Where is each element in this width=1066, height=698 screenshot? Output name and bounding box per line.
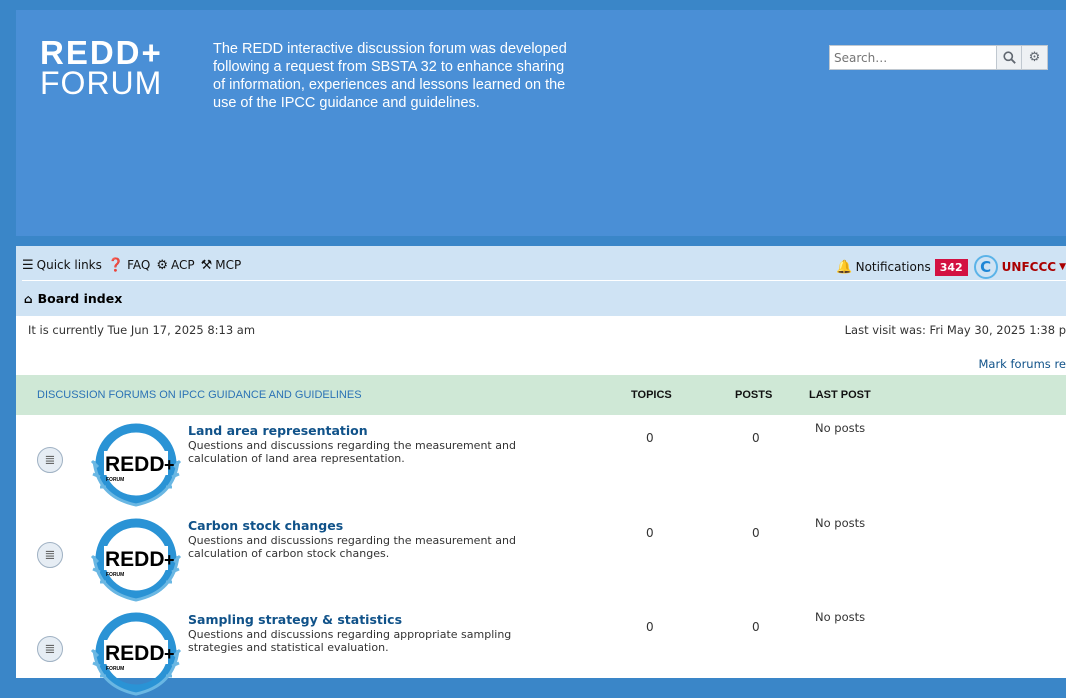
forum-topics-count: 0 — [646, 526, 654, 540]
notifications-count-badge[interactable]: 342 — [934, 258, 968, 276]
col-header-last-post: LAST POST — [809, 389, 871, 401]
forum-posts-count: 0 — [752, 431, 760, 445]
logo-text-redd: REDD — [105, 548, 165, 571]
board-index-link[interactable]: Board index — [38, 291, 123, 306]
forum-title-link[interactable]: Land area representation — [188, 423, 368, 438]
gavel-icon: ⚒ — [200, 257, 213, 273]
logo-text-forum: FORUM — [106, 477, 124, 483]
forum-topics-count: 0 — [646, 431, 654, 445]
user-avatar[interactable]: C — [973, 255, 998, 279]
hamburger-icon: ☰ — [22, 257, 34, 273]
forum-topics-count: 0 — [646, 620, 654, 634]
search-button[interactable] — [996, 45, 1022, 70]
forum-row: ≣ REDD + FORUM Sampling strategy & stati… — [16, 604, 1066, 698]
logo-text-forum: FORUM — [106, 572, 124, 578]
search-box: ⚙ — [829, 45, 1048, 70]
col-header-topics: TOPICS — [631, 389, 672, 401]
breadcrumb: ⌂ Board index — [24, 291, 122, 306]
logo-text-forum: FORUM — [106, 666, 124, 672]
username-menu[interactable]: UNFCCC — [1002, 260, 1056, 274]
forum-last-post: No posts — [815, 516, 866, 530]
chevron-down-icon[interactable]: ▼ — [1059, 262, 1066, 272]
forum-read-icon: ≣ — [37, 447, 63, 473]
faq-label: FAQ — [127, 258, 151, 272]
logo-text-plus: + — [164, 550, 175, 570]
forum-row: ≣ REDD + FORUM Carbon stock changes Ques… — [16, 510, 1066, 604]
quick-links-label: Quick links — [36, 258, 102, 272]
forum-last-post: No posts — [815, 421, 866, 435]
notifications-link[interactable]: Notifications — [856, 260, 931, 274]
forum-table-header: DISCUSSION FORUMS ON IPCC GUIDANCE AND G… — [16, 375, 1066, 415]
search-icon — [1002, 51, 1016, 64]
acp-link[interactable]: ⚙ ACP — [156, 258, 194, 273]
site-logo[interactable]: REDD+ FORUM — [40, 34, 163, 101]
acp-label: ACP — [170, 258, 195, 272]
mark-forums-read-link[interactable]: Mark forums re — [978, 357, 1066, 371]
logo-line-forum: FORUM — [40, 65, 163, 101]
forum-posts-count: 0 — [752, 526, 760, 540]
navbar: ☰ Quick links ❓ FAQ ⚙ ACP ⚒ MCP 🔔 Notifi… — [16, 246, 1066, 316]
forum-title-link[interactable]: Sampling strategy & statistics — [188, 612, 402, 627]
gear-icon: ⚙ — [1028, 50, 1041, 65]
faq-link[interactable]: ❓ FAQ — [108, 258, 150, 273]
forum-description: Questions and discussions regarding appr… — [188, 628, 512, 654]
forum-title-link[interactable]: Carbon stock changes — [188, 518, 343, 533]
mcp-label: MCP — [215, 258, 242, 272]
site-header: REDD+ FORUM The REDD interactive discuss… — [16, 10, 1066, 236]
site-description: The REDD interactive discussion forum wa… — [213, 41, 567, 111]
question-icon: ❓ — [107, 257, 125, 273]
forum-description: Questions and discussions regarding the … — [188, 439, 516, 465]
logo-text-plus: + — [164, 455, 175, 475]
last-visit: Last visit was: Fri May 30, 2025 1:38 p — [844, 323, 1066, 337]
main-panel: ☰ Quick links ❓ FAQ ⚙ ACP ⚒ MCP 🔔 Notifi… — [16, 246, 1066, 696]
current-time: It is currently Tue Jun 17, 2025 8:13 am — [28, 323, 256, 337]
quick-links-menu[interactable]: ☰ Quick links — [22, 258, 102, 273]
home-icon: ⌂ — [24, 291, 33, 306]
mcp-link[interactable]: ⚒ MCP — [201, 258, 242, 273]
forum-read-icon: ≣ — [37, 636, 63, 662]
search-input[interactable] — [829, 45, 996, 70]
logo-line-redd: REDD+ — [40, 34, 163, 71]
forum-last-post: No posts — [815, 610, 866, 624]
logo-text-plus: + — [164, 644, 175, 664]
forum-read-icon: ≣ — [37, 542, 63, 568]
nav-divider — [22, 280, 1066, 281]
forum-description: Questions and discussions regarding the … — [188, 534, 516, 560]
advanced-search-button[interactable]: ⚙ — [1022, 45, 1048, 70]
user-nav: 🔔 Notifications 342 C UNFCCC ▼ — [836, 255, 1066, 279]
bell-icon: 🔔 — [836, 259, 853, 275]
nav-links: ☰ Quick links ❓ FAQ ⚙ ACP ⚒ MCP — [22, 255, 247, 275]
forum-logo-image: REDD + FORUM — [90, 612, 182, 696]
forum-logo-image: REDD + FORUM — [90, 518, 182, 602]
category-title-link[interactable]: DISCUSSION FORUMS ON IPCC GUIDANCE AND G… — [37, 389, 362, 401]
forum-logo-image: REDD + FORUM — [90, 423, 182, 507]
forum-row: ≣ REDD + FORUM Land area representation … — [16, 415, 1066, 509]
forum-posts-count: 0 — [752, 620, 760, 634]
logo-text-redd: REDD — [105, 453, 165, 476]
logo-text-redd: REDD — [105, 642, 165, 665]
cogs-icon: ⚙ — [156, 257, 168, 273]
col-header-posts: POSTS — [735, 389, 773, 401]
